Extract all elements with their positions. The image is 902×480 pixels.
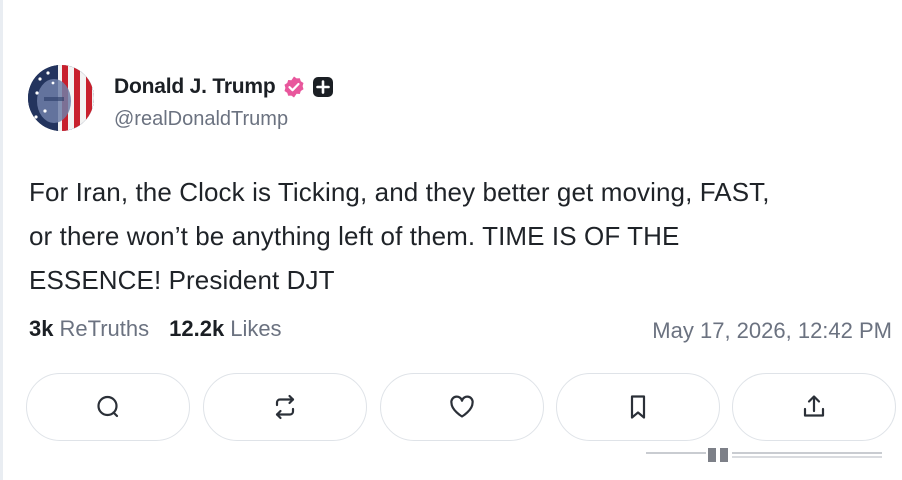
post-text-line: For Iran, the Clock is Ticking, and they… (29, 177, 770, 207)
display-name[interactable]: Donald J. Trump (114, 75, 276, 99)
heart-icon (450, 395, 474, 418)
bookmark-icon (630, 395, 646, 419)
post-timestamp[interactable]: May 17, 2026, 12:42 PM (652, 318, 892, 344)
watermark-stripes (646, 444, 886, 466)
share-icon (803, 395, 825, 417)
like-button[interactable] (380, 373, 544, 441)
plus-badge-icon (312, 76, 334, 98)
comment-icon (97, 395, 119, 418)
engagement-stats: 3k ReTruths 12.2k Likes (29, 316, 282, 346)
retruths-label[interactable]: ReTruths (59, 316, 149, 342)
action-bar (26, 373, 896, 441)
post-screenshot: Donald J. Trump @realDonaldTrump For Ira… (0, 0, 902, 480)
repost-icon (275, 394, 295, 420)
post-text: For Iran, the Clock is Ticking, and they… (29, 170, 889, 302)
avatar-image (28, 65, 94, 131)
bookmark-button[interactable] (556, 373, 720, 441)
likes-count[interactable]: 12.2k (169, 316, 224, 342)
reply-button[interactable] (26, 373, 190, 441)
retruth-button[interactable] (203, 373, 367, 441)
avatar[interactable] (28, 65, 94, 131)
verified-badge-icon (282, 75, 306, 99)
post-text-line: or there won’t be anything left of them.… (29, 221, 680, 251)
truth-post: Donald J. Trump @realDonaldTrump For Ira… (0, 0, 902, 480)
likes-label[interactable]: Likes (230, 316, 281, 342)
handle[interactable]: @realDonaldTrump (114, 108, 288, 131)
name-row: Donald J. Trump (114, 73, 334, 101)
share-button[interactable] (732, 373, 896, 441)
post-header: Donald J. Trump @realDonaldTrump (28, 65, 628, 135)
retruths-count[interactable]: 3k (29, 316, 53, 342)
post-text-line: ESSENCE! President DJT (29, 265, 335, 295)
